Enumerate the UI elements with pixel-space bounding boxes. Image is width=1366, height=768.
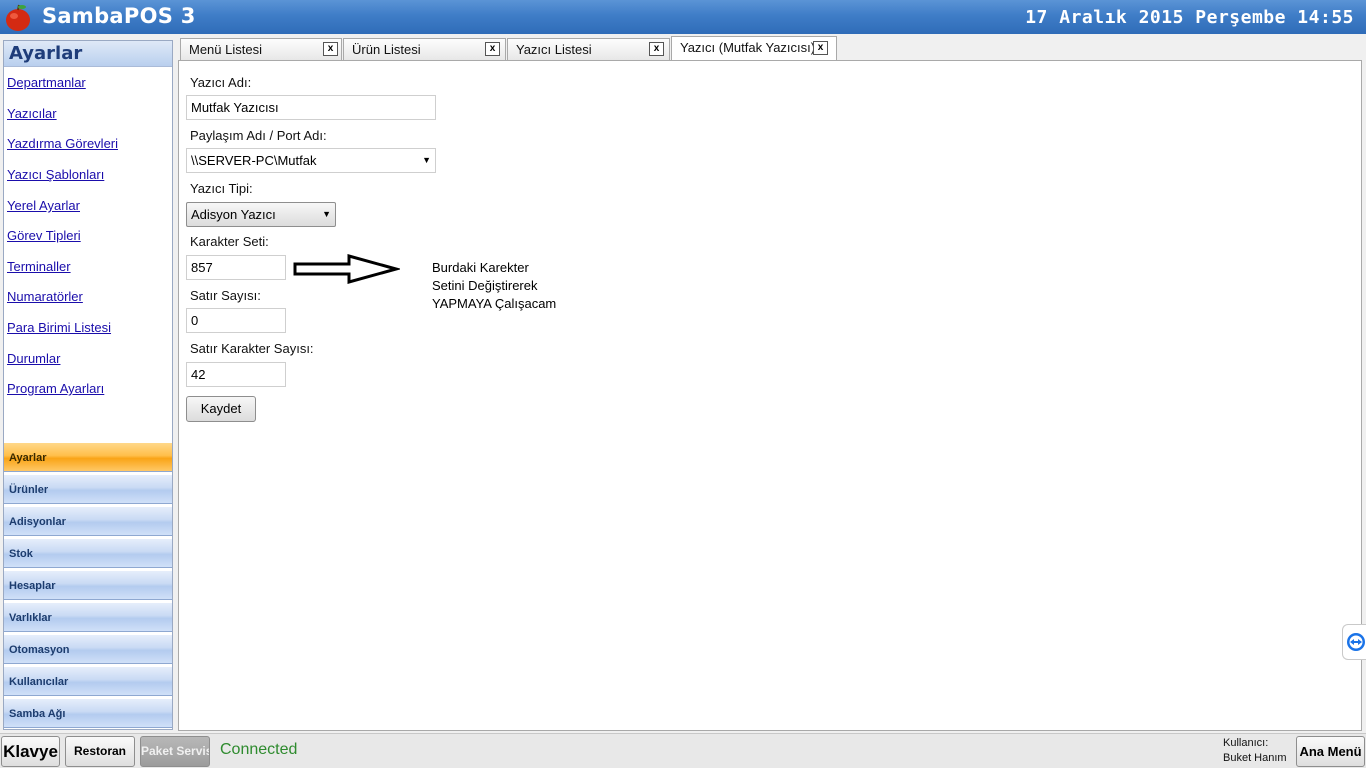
nav-hesaplar[interactable]: Hesaplar [4,570,172,600]
tab-label: Ürün Listesi [352,42,421,57]
nav-adisyonlar[interactable]: Adisyonlar [4,506,172,536]
printer-name-label: Yazıcı Adı: [190,75,252,90]
restoran-button[interactable]: Restoran [65,736,135,767]
tab-close-icon[interactable]: x [649,42,664,56]
sidebar-link-gorev-tipleri[interactable]: Görev Tipleri [7,228,81,243]
nav-stok[interactable]: Stok [4,538,172,568]
tab-label: Menü Listesi [189,42,262,57]
charset-input[interactable]: 857 [186,255,286,280]
printer-type-select[interactable]: Adisyon Yazıcı ▼ [186,202,336,227]
annotation-line: Setini Değiştirerek [432,278,538,293]
sidebar-link-program-ayarlari[interactable]: Program Ayarları [7,381,104,396]
printer-name-input[interactable]: Mutfak Yazıcısı [186,95,436,120]
sidebar-link-terminaller[interactable]: Terminaller [7,259,71,274]
tab-strip: Menü Listesi x Ürün Listesi x Yazıcı Lis… [178,35,1364,61]
annotation-line: Burdaki Karekter [432,260,529,275]
annotation-note: Burdaki Karekter Setini Değiştirerek YAP… [432,259,556,313]
nav-otomasyon[interactable]: Otomasyon [4,634,172,664]
teamviewer-icon [1347,633,1365,651]
nav-urunler[interactable]: Ürünler [4,474,172,504]
chevron-down-icon: ▼ [322,209,331,219]
sidebar-link-para-birimi-listesi[interactable]: Para Birimi Listesi [7,320,111,335]
save-button[interactable]: Kaydet [186,396,256,422]
printer-type-value: Adisyon Yazıcı [191,207,276,222]
share-name-combo[interactable]: \\SERVER-PC\Mutfak ▼ [186,148,436,173]
share-name-label: Paylaşım Adı / Port Adı: [190,128,327,143]
tab-yazici-listesi[interactable]: Yazıcı Listesi x [507,38,670,61]
tab-yazici-mutfak[interactable]: Yazıcı (Mutfak Yazıcısı) x [671,36,837,61]
sidebar-link-yazicilar[interactable]: Yazıcılar [7,106,57,121]
share-name-value: \\SERVER-PC\Mutfak [191,153,317,168]
sidebar-link-departmanlar[interactable]: Departmanlar [7,75,86,90]
user-info: Kullanıcı: Buket Hanım [1223,736,1287,766]
annotation-line: YAPMAYA Çalışacam [432,296,557,311]
sidebar-link-numaratorler[interactable]: Numaratörler [7,289,83,304]
app-title: SambaPOS 3 [42,4,196,28]
printer-type-label: Yazıcı Tipi: [190,181,253,196]
nav-ayarlar[interactable]: Ayarlar [4,442,172,472]
nav-varliklar[interactable]: Varlıklar [4,602,172,632]
chevron-down-icon: ▼ [422,155,431,165]
line-chars-input[interactable]: 42 [186,362,286,387]
tab-close-icon[interactable]: x [813,41,828,55]
nav-kullanicilar[interactable]: Kullanıcılar [4,666,172,696]
tab-label: Yazıcı Listesi [516,42,592,57]
tab-close-icon[interactable]: x [485,42,500,56]
sidebar-link-yazdirma-gorevleri[interactable]: Yazdırma Görevleri [7,136,118,151]
apple-logo-icon [6,4,30,31]
clock: 17 Aralık 2015 Perşembe 14:55 [1025,7,1354,28]
printer-edit-panel: Yazıcı Adı: Mutfak Yazıcısı Paylaşım Adı… [178,60,1362,731]
arrow-right-icon [293,254,400,284]
tab-close-icon[interactable]: x [323,42,338,56]
user-label: Kullanıcı: [1223,737,1269,749]
line-count-input[interactable]: 0 [186,308,286,333]
charset-label: Karakter Seti: [190,234,269,249]
tab-menu-listesi[interactable]: Menü Listesi x [180,38,342,61]
teamviewer-widget[interactable] [1342,624,1366,660]
connection-status: Connected [220,741,298,758]
line-chars-label: Satır Karakter Sayısı: [190,341,314,356]
keyboard-button[interactable]: Klavye [1,736,60,767]
bottom-bar: Klavye Restoran Paket Servis Connected K… [0,733,1366,768]
paket-servis-button[interactable]: Paket Servis [140,736,210,767]
main-area: Menü Listesi x Ürün Listesi x Yazıcı Lis… [178,35,1364,731]
main-menu-button[interactable]: Ana Menü [1296,736,1365,767]
tab-label: Yazıcı (Mutfak Yazıcısı) [680,40,814,55]
nav-samba-agi[interactable]: Samba Ağı [4,698,172,728]
sidebar-link-yazici-sablonlari[interactable]: Yazıcı Şablonları [7,167,104,182]
sidebar-header: Ayarlar [4,41,172,67]
sidebar: Ayarlar Departmanlar Yazıcılar Yazdırma … [3,40,173,730]
sidebar-link-yerel-ayarlar[interactable]: Yerel Ayarlar [7,198,80,213]
tab-urun-listesi[interactable]: Ürün Listesi x [343,38,506,61]
title-bar: SambaPOS 3 17 Aralık 2015 Perşembe 14:55 [0,0,1366,34]
line-count-label: Satır Sayısı: [190,288,261,303]
sidebar-link-durumlar[interactable]: Durumlar [7,351,60,366]
user-name: Buket Hanım [1223,752,1287,764]
